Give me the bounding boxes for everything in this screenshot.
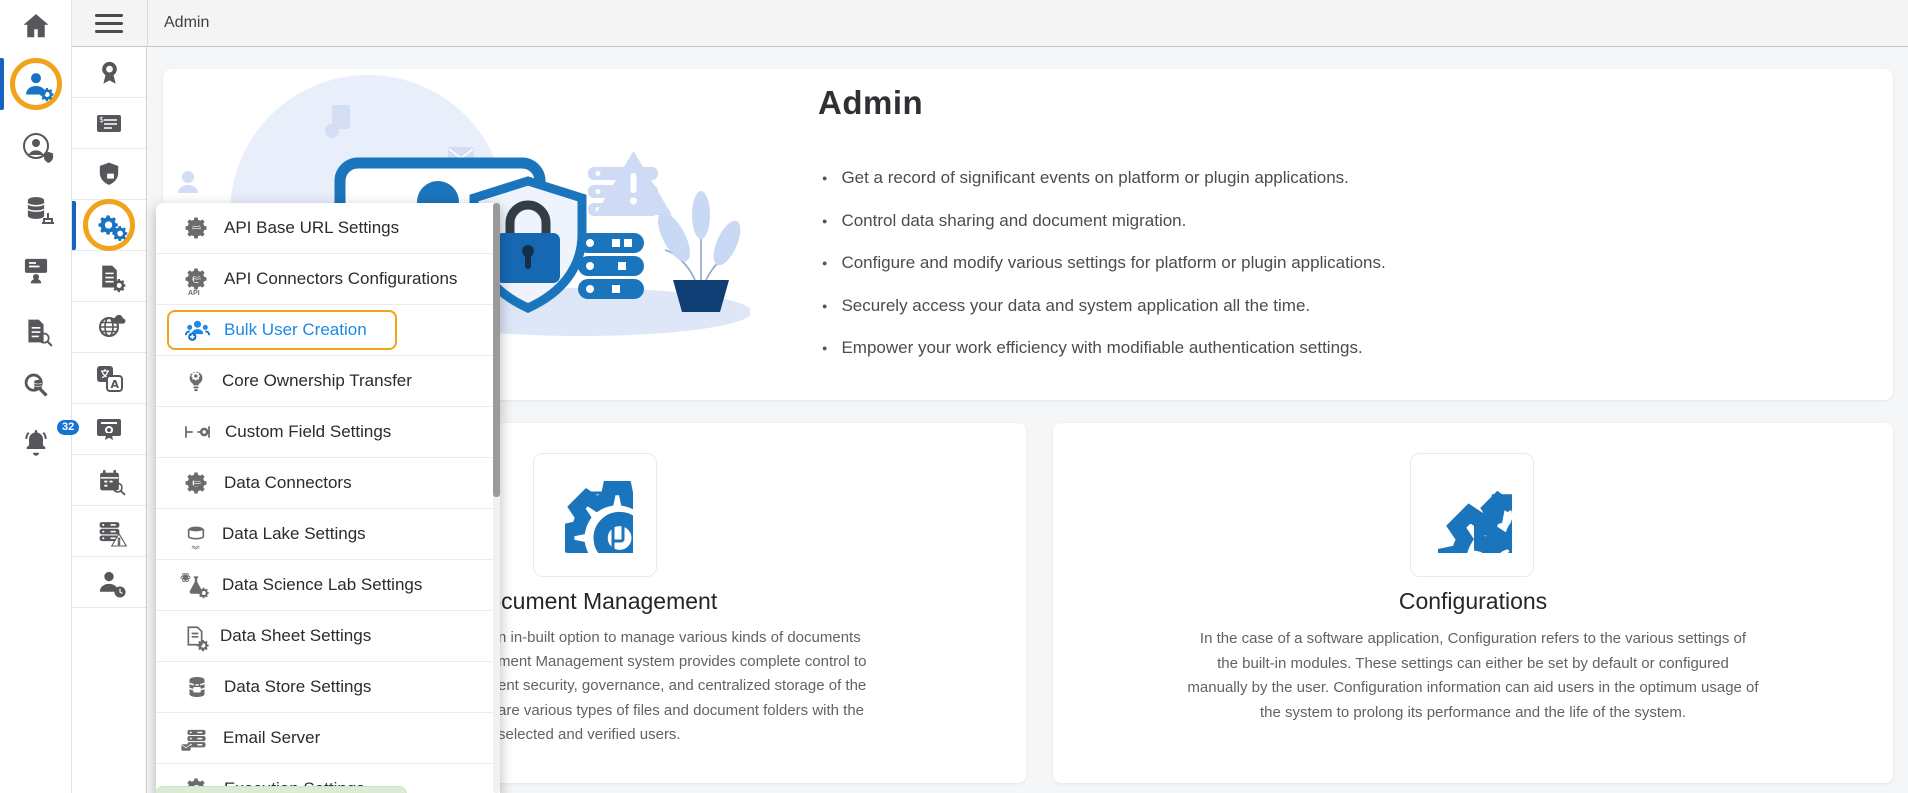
user-settings-icon [22,70,50,98]
sidebar-item-catalog-search[interactable] [0,303,72,359]
secondary-sidebar: $ A [72,47,147,793]
sidebar-item-certificates[interactable] [72,404,146,455]
sidebar-item-certified-users[interactable] [72,47,146,98]
security-shield-icon [96,161,122,187]
document-gear-large-icon [557,477,633,553]
configurations-card[interactable]: Configurations In the case of a software… [1053,423,1893,783]
hero-bullet-list: Get a record of significant events on pl… [822,157,1582,370]
card-title: Configurations [1398,588,1548,614]
hero-bullet: Securely access your data and system app… [822,285,1582,328]
hamburger-menu-icon[interactable] [95,14,123,33]
configurations-flyout-menu: API Base URL Settings API API Connectors… [156,203,500,793]
flask-gear-icon [180,572,207,597]
menu-item-data-lake-settings[interactable]: Data Lake Settings [156,509,500,560]
svg-text:A: A [110,378,119,391]
sidebar-item-home[interactable] [0,0,72,54]
menu-scrollbar-thumb[interactable] [493,203,500,497]
translate-icon: A [96,365,123,392]
certificate-icon [96,416,122,442]
sidebar-item-notifications[interactable]: 32 [0,414,80,470]
data-search-icon [22,371,50,399]
menu-item-data-sheet-settings[interactable]: Data Sheet Settings [156,611,500,662]
active-indicator-bar [0,58,4,110]
database-network-icon [23,195,54,224]
globe-cloud-icon [97,315,121,339]
catalog-search-icon [23,318,49,344]
sidebar-item-translations[interactable]: A [72,353,146,404]
active-item-highlight: Bulk User Creation [167,310,397,350]
sidebar-item-document-settings[interactable] [72,251,146,302]
sidebar-item-schedule-search[interactable] [72,455,146,506]
document-gear-icon [97,264,122,289]
page-title: Admin [818,84,924,121]
admin-console: Admin 32 $ A Admin ● Get a record of sig… [0,0,1908,793]
sidebar-item-network[interactable] [72,302,146,353]
sidebar-item-data-sources[interactable] [0,180,72,236]
certified-user-icon [96,59,123,86]
configurations-gears-icon [98,214,120,236]
sidebar-item-user-activity[interactable] [72,557,146,608]
menu-item-api-connectors-configurations[interactable]: API API Connectors Configurations [156,254,500,305]
hero-bullet: Control data sharing and document migrat… [822,200,1582,243]
notification-badge: 32 [57,420,80,435]
menu-item-core-ownership-transfer[interactable]: Core Ownership Transfer [156,356,500,407]
active-indicator-bar [72,201,76,250]
menu-item-bulk-user-creation[interactable]: Bulk User Creation [156,305,500,356]
custom-field-icon [185,421,210,443]
user-info-icon [22,132,50,160]
gears-large-icon [1432,477,1512,553]
gear-api-icon: API [185,267,209,297]
menu-item-email-server[interactable]: Email Server [156,713,500,764]
home-icon [21,11,51,41]
hero-bullet: Empower your work efficiency with modifi… [822,327,1582,370]
notifications-bell-icon: 32 [21,420,80,457]
bulb-gear-icon [185,369,207,393]
sidebar-item-user-management[interactable] [0,56,72,112]
top-bar: Admin [72,0,1908,47]
sheet-gear-icon [185,624,205,648]
menu-item-api-base-url-settings[interactable]: API Base URL Settings [156,203,500,254]
topbar-divider [147,0,148,47]
bottom-toast-peek [155,786,407,793]
sidebar-item-server-alerts[interactable] [72,506,146,557]
server-alert-icon [97,519,122,544]
menu-item-data-store-settings[interactable]: Data Store Settings [156,662,500,713]
bulk-users-icon [185,318,210,343]
calendar-search-icon [97,468,122,493]
server-mail-icon [185,727,208,750]
menu-item-data-science-lab-settings[interactable]: Data Science Lab Settings [156,560,500,611]
gear-database-icon [185,471,209,495]
sidebar-item-data-search[interactable] [0,357,72,413]
breadcrumb: Admin [164,14,210,31]
configurations-iconbox [1410,453,1534,577]
hero-bullet: Get a record of significant events on pl… [822,157,1582,200]
database-lock-icon [185,675,209,699]
document-management-iconbox [533,453,657,577]
sidebar-item-security[interactable] [72,149,146,200]
user-clock-icon [96,569,122,595]
sidebar-item-presentation[interactable] [0,242,72,298]
card-body: In the case of a software application, C… [1187,630,1759,722]
sidebar-item-user-info[interactable] [0,118,72,174]
billing-document-icon: $ [96,110,122,136]
presentation-user-icon [22,256,50,284]
menu-item-custom-field-settings[interactable]: Custom Field Settings [156,407,500,458]
svg-text:$: $ [99,115,104,124]
hero-bullet: Configure and modify various settings fo… [822,242,1582,285]
sidebar-item-configurations[interactable] [72,199,146,251]
card-body: n in-built option to manage various kind… [498,629,867,743]
primary-sidebar: 32 [0,0,80,793]
data-lake-icon [185,526,207,543]
menu-item-data-connectors[interactable]: Data Connectors [156,458,500,509]
gear-database-icon [185,216,209,240]
sidebar-item-billing[interactable]: $ [72,98,146,149]
